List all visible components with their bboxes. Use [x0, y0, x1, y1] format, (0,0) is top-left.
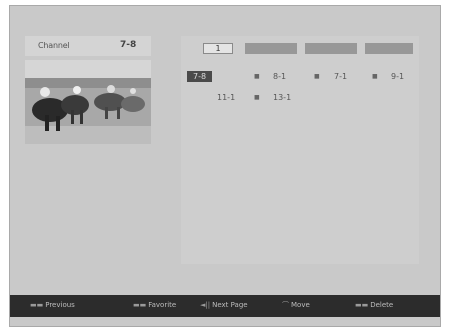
- channel-entry-selected[interactable]: 7-8: [187, 71, 213, 82]
- channel-entry[interactable]: 13-1: [273, 92, 291, 103]
- channel-entry[interactable]: 7-1: [334, 71, 347, 82]
- channel-bar: Channel 7-8: [25, 36, 151, 56]
- tab-4[interactable]: [365, 43, 413, 54]
- channel-entry[interactable]: 8-1: [273, 71, 286, 82]
- channel-grid: 1 7-8 ■ 8-1 ■ 7-1 ■ 9-1 11-1 ■ 13-1: [181, 36, 419, 264]
- tab-1[interactable]: 1: [203, 43, 233, 54]
- help-delete: ▬▬ Delete: [355, 301, 394, 309]
- channel-entry[interactable]: 9-1: [391, 71, 404, 82]
- help-move: ⌒ Move: [282, 301, 310, 309]
- help-bar: ▬▬ Previous ▬▬ Favorite ◄|| Next Page ⌒ Move…: [10, 295, 440, 317]
- help-favorite: ▬▬ Favorite: [133, 301, 177, 309]
- bullet-icon: ■: [254, 73, 260, 80]
- channel-entry[interactable]: 11-1: [217, 92, 235, 103]
- tab-3[interactable]: [305, 43, 357, 54]
- tab-label: 1: [215, 44, 221, 53]
- red-button-icon: ▬▬: [30, 301, 44, 309]
- tab-2[interactable]: [245, 43, 297, 54]
- horse-race-thumbnail: [25, 60, 151, 144]
- bullet-icon: ■: [372, 73, 378, 80]
- page-button-icon: ◄||: [200, 301, 211, 309]
- tv-screen: Channel 7-8 1 7-8 ■ 8-1 ■ 7-1 ■ 9-1 11-1…: [9, 5, 441, 327]
- blue-button-icon: ▬▬: [355, 301, 369, 309]
- bullet-icon: ■: [314, 73, 320, 80]
- move-icon: ⌒: [282, 301, 289, 309]
- bullet-icon: ■: [254, 94, 260, 101]
- channel-preview-image: [25, 60, 151, 144]
- channel-label: Channel: [38, 41, 70, 50]
- help-next-page: ◄|| Next Page: [200, 301, 248, 309]
- channel-number: 7-8: [120, 40, 137, 50]
- help-previous: ▬▬ Previous: [30, 301, 75, 309]
- green-button-icon: ▬▬: [133, 301, 147, 309]
